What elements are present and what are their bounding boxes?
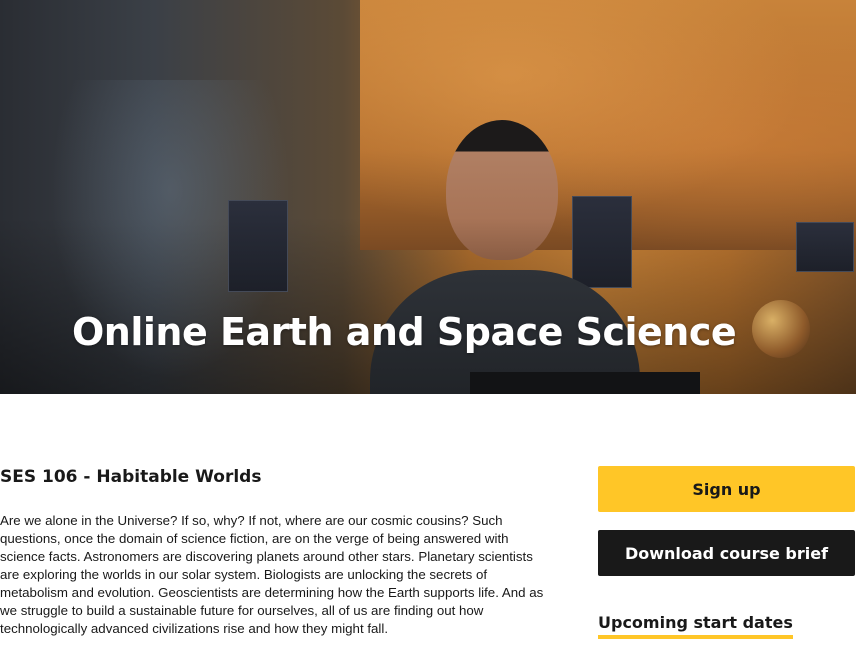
hero-exhibit-sign [228, 200, 288, 292]
hero-globe [752, 300, 810, 358]
upcoming-start-dates-heading: Upcoming start dates [598, 612, 793, 639]
page-title: Online Earth and Space Science [72, 310, 737, 354]
course-title: SES 106 - Habitable Worlds [0, 467, 262, 487]
sign-up-button[interactable]: Sign up [598, 466, 855, 512]
download-course-brief-button[interactable]: Download course brief [598, 530, 855, 576]
hero-exhibit-sign [796, 222, 854, 272]
hero-person-head [446, 120, 558, 260]
hero-laptop [470, 372, 700, 394]
course-description: Are we alone in the Universe? If so, why… [0, 513, 544, 636]
hero-banner: Online Earth and Space Science [0, 0, 856, 394]
